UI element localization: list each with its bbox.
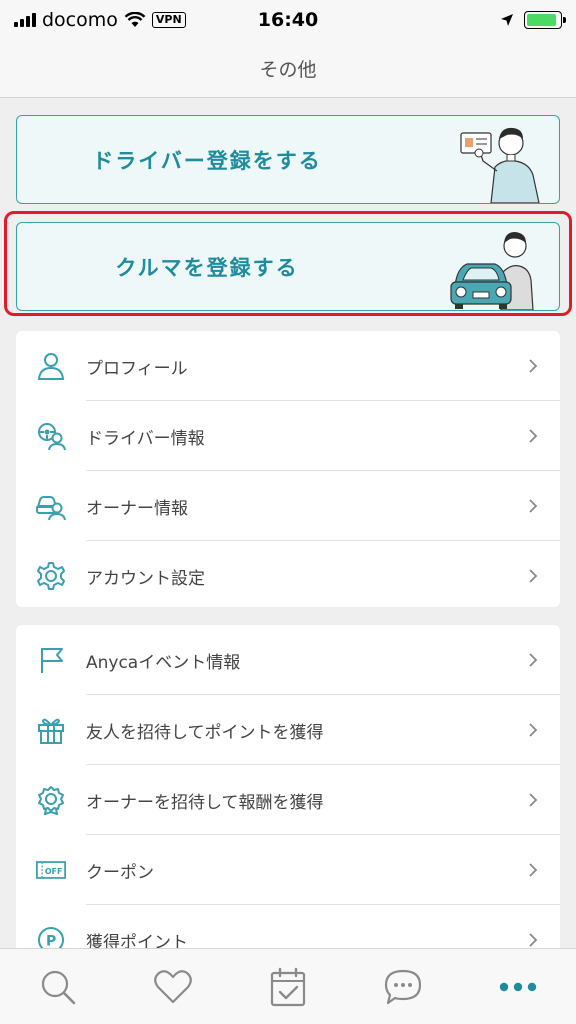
chevron-right-icon [529,793,538,807]
more-icon [500,982,537,991]
badge-icon [38,786,64,815]
chevron-right-icon [529,723,538,737]
menu-item-label: Anycaイベント情報 [86,652,241,673]
menu-item-invite-friends[interactable]: 友人を招待してポイントを獲得 [16,695,560,765]
person-icon [37,353,65,380]
menu-item-label: オーナーを招待して報酬を獲得 [86,792,324,813]
info-section: Anycaイベント情報 友人を招待してポイントを獲得 オーナーを招待して報酬を獲… [16,625,560,948]
chat-icon [385,969,422,1004]
page-title: その他 [259,59,317,81]
heart-icon [153,969,192,1003]
points-icon: P [38,927,64,949]
menu-item-points[interactable]: P 獲得ポイント [16,905,560,948]
chevron-right-icon [529,499,538,513]
chevron-right-icon [529,569,538,583]
menu-item-invite-owners[interactable]: オーナーを招待して報酬を獲得 [16,765,560,835]
chevron-right-icon [529,653,538,667]
menu-item-label: プロフィール [86,358,188,379]
menu-item-coupon[interactable]: OFF クーポン [16,835,560,905]
chevron-right-icon [529,359,538,373]
account-section: プロフィール ドライバー情報 オーナー情報 アカウント設定 [16,331,560,607]
menu-item-label: ドライバー情報 [86,428,205,449]
status-left: docomo VPN [14,9,214,31]
menu-item-owner-info[interactable]: オーナー情報 [16,471,560,541]
tab-more[interactable] [461,949,576,1024]
carrier-name: docomo [42,9,118,31]
menu-item-label: 獲得ポイント [86,932,188,949]
chevron-right-icon [529,429,538,443]
nav-bar: その他 [0,40,576,98]
menu-item-account-settings[interactable]: アカウント設定 [16,541,560,611]
menu-item-label: オーナー情報 [86,498,188,519]
search-icon [41,970,75,1004]
chevron-right-icon [529,863,538,877]
driver-icon [38,423,66,451]
calendar-check-icon [270,967,306,1006]
flag-icon [41,648,63,673]
tab-messages[interactable] [346,949,461,1024]
gear-icon [37,562,65,590]
menu-item-driver-info[interactable]: ドライバー情報 [16,401,560,471]
tab-search[interactable] [0,949,115,1024]
menu-item-profile[interactable]: プロフィール [16,331,560,401]
coupon-icon: OFF [36,861,66,879]
battery-icon [524,11,566,29]
highlight-box [4,211,572,316]
wifi-icon [124,12,146,27]
tab-favorites[interactable] [115,949,230,1024]
menu-item-label: アカウント設定 [86,568,205,589]
tab-bar [0,948,576,1024]
owner-icon [36,496,66,521]
status-bar: docomo VPN 16:40 [0,0,576,40]
driver-register-banner[interactable]: ドライバー登録をする [16,115,560,204]
driver-illustration-icon [460,127,540,203]
vpn-badge: VPN [151,12,186,28]
chevron-right-icon [529,933,538,947]
status-time: 16:40 [257,9,319,31]
menu-item-label: 友人を招待してポイントを獲得 [86,722,324,743]
battery-fill [527,14,556,26]
menu-item-label: クーポン [86,862,154,883]
content-scroll[interactable]: ドライバー登録をする クルマを登録する プロフィール ドライバー情報 オーナー情… [0,98,576,948]
menu-item-events[interactable]: Anycaイベント情報 [16,625,560,695]
location-arrow-icon [501,14,513,26]
status-right [362,11,566,29]
signal-icon [14,13,36,27]
svg-text:P: P [46,934,56,949]
gift-icon [38,718,64,744]
driver-register-label: ドライバー登録をする [92,148,322,173]
tab-reservations[interactable] [230,949,345,1024]
svg-text:OFF: OFF [45,867,63,876]
